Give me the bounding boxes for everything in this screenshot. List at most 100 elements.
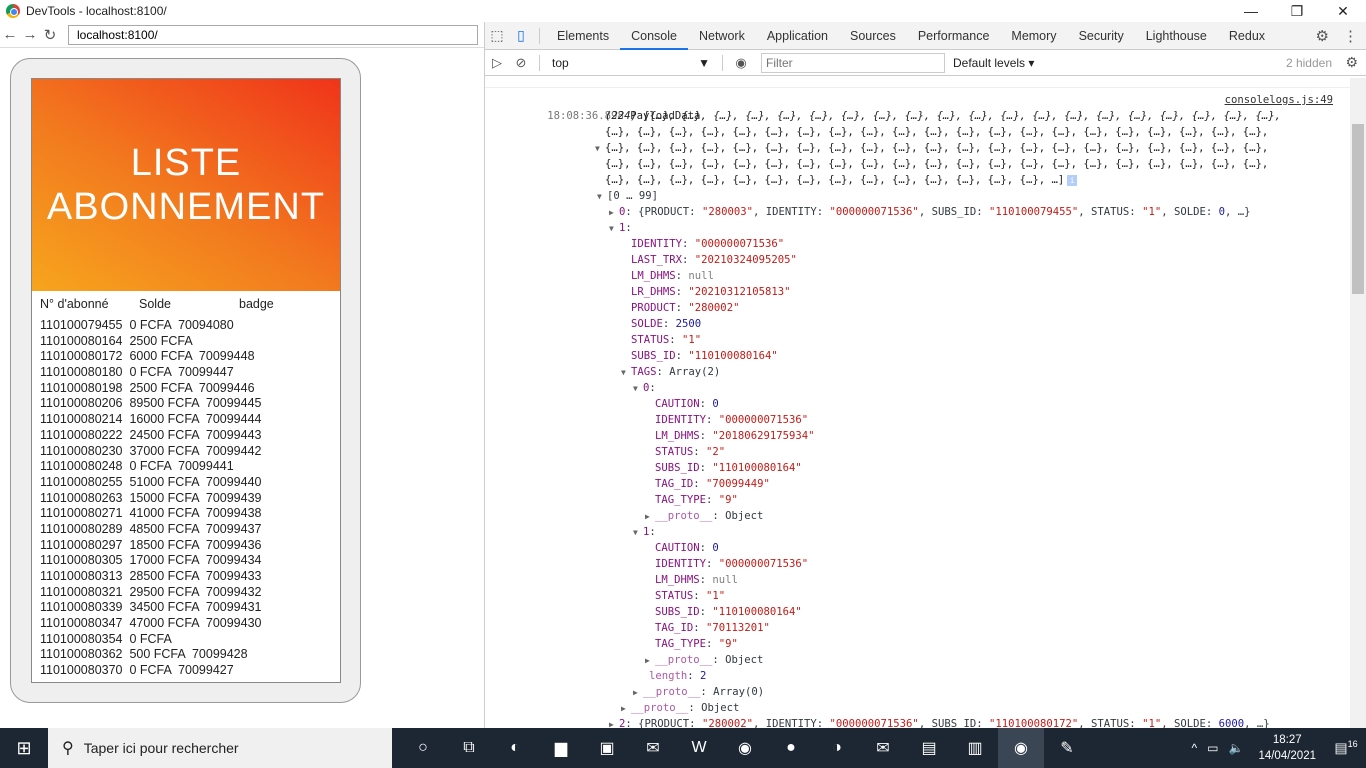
- windows-start-icon[interactable]: ⊞: [0, 738, 48, 759]
- show-hidden-icons[interactable]: ^: [1192, 741, 1198, 755]
- tree-node: TAG_ID: "70113201": [485, 620, 1351, 636]
- minimize-button[interactable]: —: [1228, 0, 1274, 22]
- outlook-icon[interactable]: ✉: [630, 728, 676, 768]
- mail-icon[interactable]: ✉: [860, 728, 906, 768]
- tree-node-text: "70099449": [706, 478, 770, 490]
- list-item: 110100080214 16000 FCFA 70099444: [40, 412, 262, 427]
- expand-triangle-icon[interactable]: ▶: [609, 717, 619, 728]
- tree-node-text: LM_DHMS: [655, 430, 700, 442]
- tab-redux[interactable]: Redux: [1218, 22, 1276, 50]
- expand-triangle-icon[interactable]: ▼: [595, 141, 605, 157]
- log-levels-dropdown[interactable]: Default levels ▾: [953, 56, 1034, 70]
- expand-triangle-icon[interactable]: ▶: [609, 205, 619, 221]
- tree-node[interactable]: ▼ 1:: [485, 220, 1351, 236]
- tab-application[interactable]: Application: [756, 22, 839, 50]
- tree-node[interactable]: ▼ 0:: [485, 380, 1351, 396]
- expand-triangle-icon[interactable]: ▶: [633, 685, 643, 701]
- console-scrollbar[interactable]: [1350, 78, 1366, 728]
- tab-console[interactable]: Console: [620, 22, 688, 50]
- paint-icon[interactable]: ✎: [1044, 728, 1090, 768]
- network-icon[interactable]: ▭: [1207, 741, 1218, 755]
- tab-security[interactable]: Security: [1068, 22, 1135, 50]
- array-preview-line[interactable]: ▼ {…}, {…}, {…}, {…}, {…}, {…}, {…}, {…},…: [485, 140, 1351, 156]
- tab-network[interactable]: Network: [688, 22, 756, 50]
- collapse-triangle-icon[interactable]: ▼: [633, 525, 643, 541]
- tree-node-text: , STATUS:: [1078, 718, 1143, 728]
- scrollbar-thumb[interactable]: [1352, 124, 1364, 294]
- sidebar-toggle-icon[interactable]: ▷: [485, 55, 509, 71]
- tree-node[interactable]: ▶ 0: {PRODUCT: "280003", IDENTITY: "00000…: [485, 204, 1351, 220]
- reload-button[interactable]: ↻: [40, 26, 60, 44]
- tab-lighthouse[interactable]: Lighthouse: [1135, 22, 1218, 50]
- forward-button[interactable]: →: [20, 26, 40, 43]
- info-icon[interactable]: i: [1067, 175, 1078, 186]
- tree-node[interactable]: ▶ __proto__: Object: [485, 508, 1351, 524]
- task-view-icon[interactable]: ⧉: [446, 728, 492, 768]
- tree-node-text: :: [693, 446, 707, 458]
- volume-icon[interactable]: 🔈: [1228, 741, 1243, 755]
- tree-node-text: "280003": [701, 206, 753, 218]
- tab-performance[interactable]: Performance: [907, 22, 1001, 50]
- edge-icon[interactable]: ◐: [492, 728, 538, 768]
- tree-node[interactable]: ▶ 2: {PRODUCT: "280002", IDENTITY: "00000…: [485, 716, 1351, 728]
- tree-node-text: : Object: [712, 510, 764, 522]
- tree-node-text: :: [693, 590, 707, 602]
- expand-triangle-icon[interactable]: ▶: [645, 509, 655, 525]
- tree-node-text: :: [625, 222, 632, 234]
- notification-center-icon[interactable]: ▤16: [1326, 739, 1366, 757]
- cortana-icon[interactable]: ○: [400, 728, 446, 768]
- file-explorer-icon[interactable]: ▆: [538, 728, 584, 768]
- close-button[interactable]: ✕: [1320, 0, 1366, 22]
- tab-elements[interactable]: Elements: [546, 22, 620, 50]
- tree-node[interactable]: ▶ __proto__: Object: [485, 652, 1351, 668]
- tree-node[interactable]: ▼ [0 … 99]: [485, 188, 1351, 204]
- context-select[interactable]: top ▼: [546, 56, 716, 70]
- console-settings-icon[interactable]: ⚙: [1345, 54, 1358, 71]
- collapse-triangle-icon[interactable]: ▼: [633, 381, 643, 397]
- tree-node-text: :: [682, 238, 695, 250]
- tree-node-text: "20210324095205": [694, 254, 797, 266]
- more-options-icon[interactable]: ⋮: [1343, 27, 1358, 45]
- tree-node: SUBS_ID: "110100080164": [485, 604, 1351, 620]
- collapse-triangle-icon[interactable]: ▼: [609, 221, 619, 237]
- preview-text: (224) [{…}, {…}, {…}, {…}, {…}, {…}, {…}…: [605, 110, 1282, 122]
- tree-node[interactable]: ▶ __proto__: Array(0): [485, 684, 1351, 700]
- clock[interactable]: 18:27 14/04/2021: [1258, 732, 1316, 764]
- collapse-triangle-icon[interactable]: ▼: [597, 189, 607, 205]
- app-icon[interactable]: ▤: [906, 728, 952, 768]
- live-expression-eye-icon[interactable]: ◉: [729, 55, 753, 71]
- back-button[interactable]: ←: [0, 26, 20, 43]
- tab-memory[interactable]: Memory: [1000, 22, 1067, 50]
- tree-node-text: SUBS_ID: [655, 606, 700, 618]
- source-link[interactable]: consolelogs.js:49: [1225, 92, 1333, 108]
- eclipse-icon[interactable]: ◑: [814, 728, 860, 768]
- tree-node-text: "2": [706, 446, 726, 458]
- notepad-icon[interactable]: ▥: [952, 728, 998, 768]
- tree-node[interactable]: ▼ 1:: [485, 524, 1351, 540]
- chrome-icon[interactable]: ◉: [722, 728, 768, 768]
- filter-input[interactable]: [761, 52, 945, 73]
- tree-node: STATUS: "1": [485, 588, 1351, 604]
- inspect-element-icon[interactable]: ⬚: [485, 27, 509, 44]
- tab-sources[interactable]: Sources: [839, 22, 907, 50]
- maximize-button[interactable]: ❐: [1274, 0, 1320, 22]
- tree-node[interactable]: ▼ TAGS: Array(2): [485, 364, 1351, 380]
- settings-icon[interactable]: ⚙: [1316, 27, 1329, 45]
- tree-node-text: , SUBS_ID:: [918, 206, 989, 218]
- url-input[interactable]: [68, 24, 478, 45]
- taskbar-search[interactable]: ⚲ Taper ici pour rechercher: [48, 728, 392, 768]
- expand-triangle-icon[interactable]: ▶: [645, 653, 655, 669]
- device-toolbar-icon[interactable]: ▯: [509, 27, 533, 44]
- clear-console-icon[interactable]: ⊘: [509, 55, 533, 71]
- tree-node-text: "9": [718, 638, 738, 650]
- collapse-triangle-icon[interactable]: ▼: [621, 365, 631, 381]
- postman-icon[interactable]: ●: [768, 728, 814, 768]
- store-icon[interactable]: ▣: [584, 728, 630, 768]
- tree-node: CAUTION: 0: [485, 540, 1351, 556]
- chrome-devtools-icon[interactable]: ◉: [998, 728, 1044, 768]
- word-icon[interactable]: W: [676, 728, 722, 768]
- tree-node[interactable]: ▶ __proto__: Object: [485, 700, 1351, 716]
- tree-node-text: :: [675, 286, 689, 298]
- tree-node-text: "20210312105813": [688, 286, 791, 298]
- expand-triangle-icon[interactable]: ▶: [621, 701, 631, 717]
